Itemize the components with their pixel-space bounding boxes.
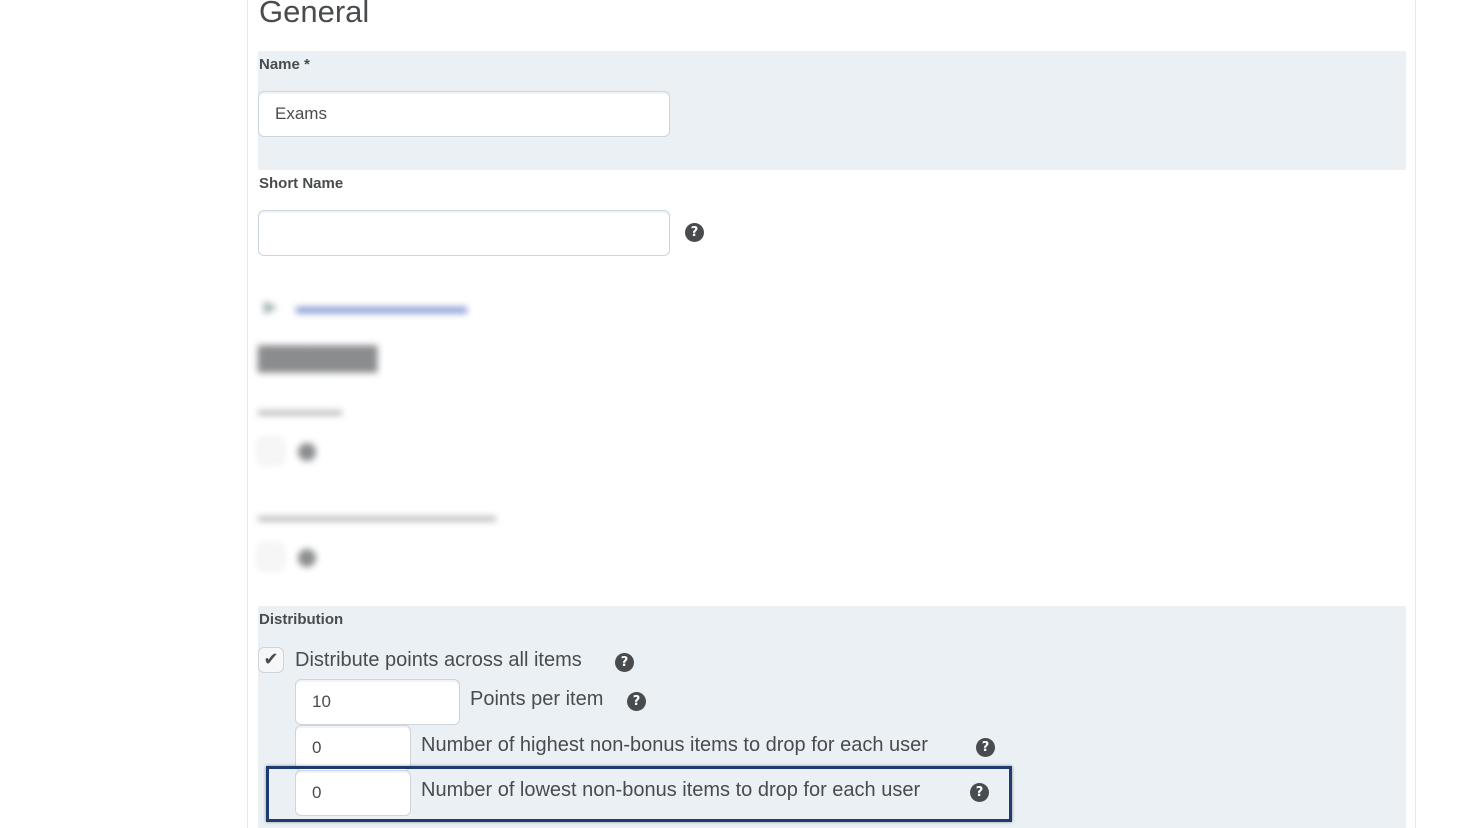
blurred-label: ▬▬▬▬▬▬▬▬▬▬▬▬▬▬▬▬▬ [258,508,496,524]
points-per-item-label: Points per item [470,688,604,710]
blurred-checkbox [258,544,284,570]
points-per-item-input[interactable] [295,679,460,725]
grading-heading: ▆▆▆▆▆ [258,337,378,372]
show-description-link: ▬▬▬▬▬▬▬▬▬ [296,297,467,318]
blurred-region: ▶ ▬▬▬▬▬▬▬▬▬ ▆▆▆▆▆ ▬▬▬▬▬▬ ▬▬▬▬▬▬▬▬▬▬▬▬▬▬▬… [250,282,650,582]
short-name-label: Short Name [259,175,344,192]
blurred-help-icon [298,443,316,461]
distribution-label: Distribution [259,611,344,628]
chevron-right-icon: ▶ [264,297,278,316]
drop-highest-input[interactable] [295,725,411,771]
section-title: General [259,0,370,29]
blurred-checkbox [258,438,284,464]
name-label: Name * [259,56,310,73]
name-input[interactable] [258,91,670,137]
points-help-icon[interactable]: ? [627,692,646,711]
short-name-input[interactable] [258,210,670,256]
distribute-points-checkbox[interactable]: ✔ [258,647,284,673]
distribute-help-icon[interactable]: ? [615,653,634,672]
drop-highest-help-icon[interactable]: ? [976,738,995,757]
blurred-label: ▬▬▬▬▬▬ [258,402,342,418]
drop-lowest-highlight-box [266,766,1012,822]
drop-highest-label: Number of highest non-bonus items to dro… [421,734,928,756]
short-name-help-icon[interactable]: ? [685,223,704,242]
distribute-points-label: Distribute points across all items [295,649,582,671]
blurred-help-icon [298,549,316,567]
checkmark-icon: ✔ [263,649,279,670]
